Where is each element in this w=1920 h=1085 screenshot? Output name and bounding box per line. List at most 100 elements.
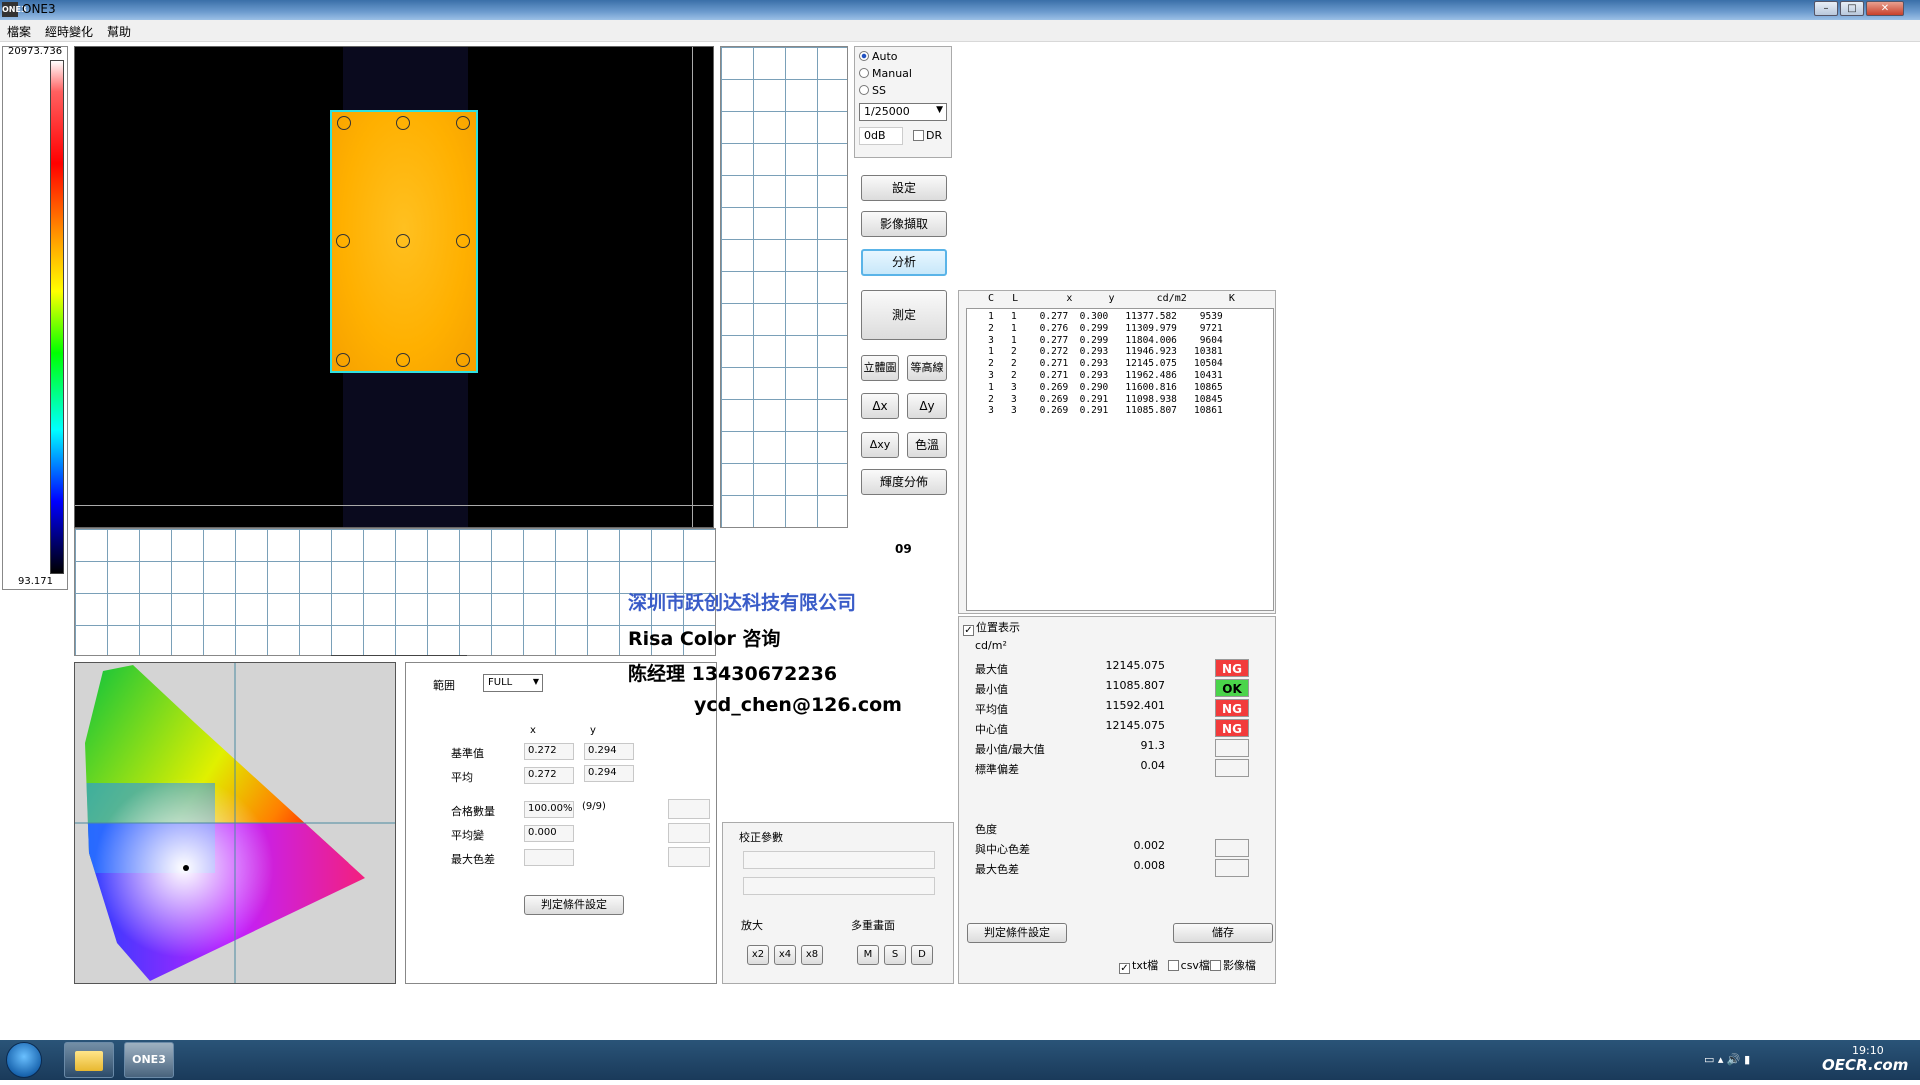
watermark-company: 深圳市跃创达科技有限公司: [628, 592, 857, 614]
table-row[interactable]: 1 1 0.277 0.300 11377.582 9539: [971, 311, 1269, 323]
measure-point-c3-l3[interactable]: [456, 353, 470, 367]
minimize-button[interactable]: –: [1814, 1, 1838, 16]
menu-timechange[interactable]: 經時變化: [38, 20, 100, 43]
start-button[interactable]: [6, 1042, 42, 1078]
table-row[interactable]: 2 1 0.276 0.299 11309.979 9721: [971, 323, 1269, 335]
multi-m-button[interactable]: M: [857, 945, 879, 965]
radio-manual[interactable]: Manual: [859, 67, 947, 81]
explorer-taskbar-button[interactable]: [64, 1042, 114, 1078]
pass-value: 100.00%: [524, 801, 574, 818]
zoom-x8-button[interactable]: x8: [801, 945, 823, 965]
chroma-label: 與中心色差: [975, 843, 1030, 856]
delta-y-button[interactable]: Δy: [907, 393, 947, 419]
zoom-x4-button[interactable]: x4: [774, 945, 796, 965]
col-y-label: y: [590, 725, 596, 736]
zoom-label: 放大: [741, 919, 763, 932]
data-table-list[interactable]: 1 1 0.277 0.300 11377.582 9539 2 1 0.276…: [966, 308, 1274, 611]
stat-label: 平均值: [975, 703, 1008, 716]
point-count: 09: [895, 542, 912, 556]
tray-icons[interactable]: ▭ ▴ 🔊 ▮: [1704, 1053, 1750, 1066]
maxdiff-value: [524, 849, 574, 866]
h-cursor-line[interactable]: [75, 505, 713, 506]
measure-point-c2-l2[interactable]: [396, 234, 410, 248]
stat-value: 0.04: [1140, 759, 1166, 772]
color-scale-bar: [50, 60, 64, 574]
txt-checkbox[interactable]: ✓ txt檔: [1119, 959, 1158, 974]
measure-point-c1-l2[interactable]: [336, 234, 350, 248]
base-y-field[interactable]: 0.294: [584, 743, 634, 760]
radio-dot-icon: [859, 51, 869, 61]
delta-xy-button[interactable]: Δxy: [861, 432, 899, 458]
stat-value: 11592.401: [1105, 699, 1166, 712]
measure-point-c1-l1[interactable]: [337, 116, 351, 130]
uniform-result-box: [668, 823, 710, 843]
base-x-field[interactable]: 0.272: [524, 743, 574, 760]
shutter-select[interactable]: 1/25000 ▼: [859, 103, 947, 121]
menu-help[interactable]: 幫助: [100, 20, 138, 43]
table-row[interactable]: 3 3 0.269 0.291 11085.807 10861: [971, 405, 1269, 417]
dr-checkbox[interactable]: DR: [913, 129, 942, 142]
color-temp-button[interactable]: 色溫: [907, 432, 947, 458]
watermark-email: ycd_chen@126.com: [694, 694, 902, 716]
v-cursor-line[interactable]: [692, 47, 693, 527]
table-row[interactable]: 2 2 0.271 0.293 12145.075 10504: [971, 358, 1269, 370]
close-button[interactable]: ✕: [1866, 1, 1904, 16]
stat-judge-settings-button[interactable]: 判定條件設定: [967, 923, 1067, 943]
correction-field-2[interactable]: [743, 877, 935, 895]
chroma-title: 色度: [975, 823, 997, 836]
site-watermark: OECR.com: [1822, 1056, 1909, 1074]
position-display-checkbox[interactable]: ✓ 位置表示: [963, 619, 1020, 636]
correction-field-1[interactable]: [743, 851, 935, 869]
range-select[interactable]: FULL ▼: [483, 674, 543, 692]
measure-point-c2-l3[interactable]: [396, 353, 410, 367]
table-row[interactable]: 3 1 0.277 0.299 11804.006 9604: [971, 335, 1269, 347]
delta-x-button[interactable]: Δx: [861, 393, 899, 419]
stat-value: 12145.075: [1105, 719, 1166, 732]
image-checkbox[interactable]: 影像檔: [1209, 959, 1256, 972]
avg-x-field: 0.272: [524, 767, 574, 784]
checkbox-icon: [913, 130, 924, 141]
multi-d-button[interactable]: D: [911, 945, 933, 965]
stat-label: 最小值: [975, 683, 1008, 696]
range-judge-settings-button[interactable]: 判定條件設定: [524, 895, 624, 915]
settings-button[interactable]: 設定: [861, 175, 947, 201]
measure-point-c1-l3[interactable]: [336, 353, 350, 367]
measure-point-c2-l1[interactable]: [396, 116, 410, 130]
solid-view-button[interactable]: 立體圖: [861, 355, 899, 381]
vertical-profile-graph: [720, 46, 848, 528]
radio-ss[interactable]: SS: [859, 84, 947, 98]
zoom-x2-button[interactable]: x2: [747, 945, 769, 965]
capture-button[interactable]: 影像擷取: [861, 211, 947, 237]
folder-icon: [75, 1051, 103, 1071]
measure-button[interactable]: 測定: [861, 290, 947, 340]
correction-panel: 校正參數 放大 x2 x4 x8 多重畫面 M S D: [722, 822, 954, 984]
maximize-button[interactable]: □: [1840, 1, 1864, 16]
csv-checkbox[interactable]: csv檔: [1167, 959, 1210, 972]
chevron-down-icon: ▼: [936, 105, 943, 115]
multi-s-button[interactable]: S: [884, 945, 906, 965]
table-row[interactable]: 1 2 0.272 0.293 11946.923 10381: [971, 346, 1269, 358]
table-row[interactable]: 3 2 0.271 0.293 11962.486 10431: [971, 370, 1269, 382]
measure-point-c3-l1[interactable]: [456, 116, 470, 130]
output-options: ✓ txt檔 csv檔 影像檔: [1119, 957, 1256, 974]
unit-label: cd/m²: [975, 639, 1007, 652]
analyze-button[interactable]: 分析: [861, 249, 947, 276]
radio-auto[interactable]: Auto: [859, 50, 947, 64]
table-row[interactable]: 2 3 0.269 0.291 11098.938 10845: [971, 394, 1269, 406]
save-button[interactable]: 儲存: [1173, 923, 1273, 943]
chroma-value: 0.008: [1133, 859, 1166, 872]
pass-label: 合格數量: [451, 805, 495, 818]
watermark-contact: 陈经理 13430672236: [628, 663, 838, 685]
chroma-result-box: [1215, 859, 1249, 877]
maxdiff-result-box: [668, 847, 710, 867]
one3-taskbar-button[interactable]: ONE3: [124, 1042, 174, 1078]
gain-field[interactable]: 0dB: [859, 127, 903, 145]
cie-chromaticity-diagram[interactable]: [74, 662, 396, 984]
luminance-distribution-button[interactable]: 輝度分佈: [861, 469, 947, 495]
table-row[interactable]: 1 3 0.269 0.290 11600.816 10865: [971, 382, 1269, 394]
measure-point-c3-l2[interactable]: [456, 234, 470, 248]
scale-min: 93.171: [18, 576, 53, 587]
avg-label: 平均: [451, 771, 473, 784]
contour-button[interactable]: 等高線: [907, 355, 947, 381]
menu-file[interactable]: 檔案: [0, 20, 38, 43]
